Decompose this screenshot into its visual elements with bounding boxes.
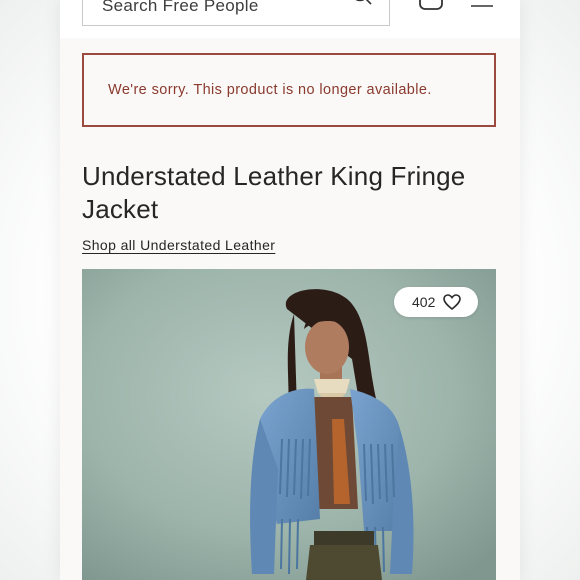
menu-icon[interactable] (470, 0, 494, 19)
product-image[interactable]: 402 (82, 269, 496, 580)
search-placeholder: Search Free People (102, 0, 259, 15)
unavailable-alert: We're sorry. This product is no longer a… (82, 53, 496, 127)
bag-icon[interactable] (418, 0, 444, 19)
product-title: Understated Leather King Fringe Jacket (82, 161, 466, 224)
alert-message: We're sorry. This product is no longer a… (108, 82, 432, 98)
like-count: 402 (412, 294, 436, 310)
search-input[interactable]: Search Free People (82, 0, 390, 26)
site-header: Search Free People (60, 0, 520, 38)
like-button[interactable]: 402 (394, 287, 478, 317)
search-icon[interactable] (351, 0, 373, 16)
shop-collection-link[interactable]: Shop all Understated Leather (82, 237, 275, 253)
product-page: Search Free People We're sorry. This pro… (60, 0, 520, 580)
